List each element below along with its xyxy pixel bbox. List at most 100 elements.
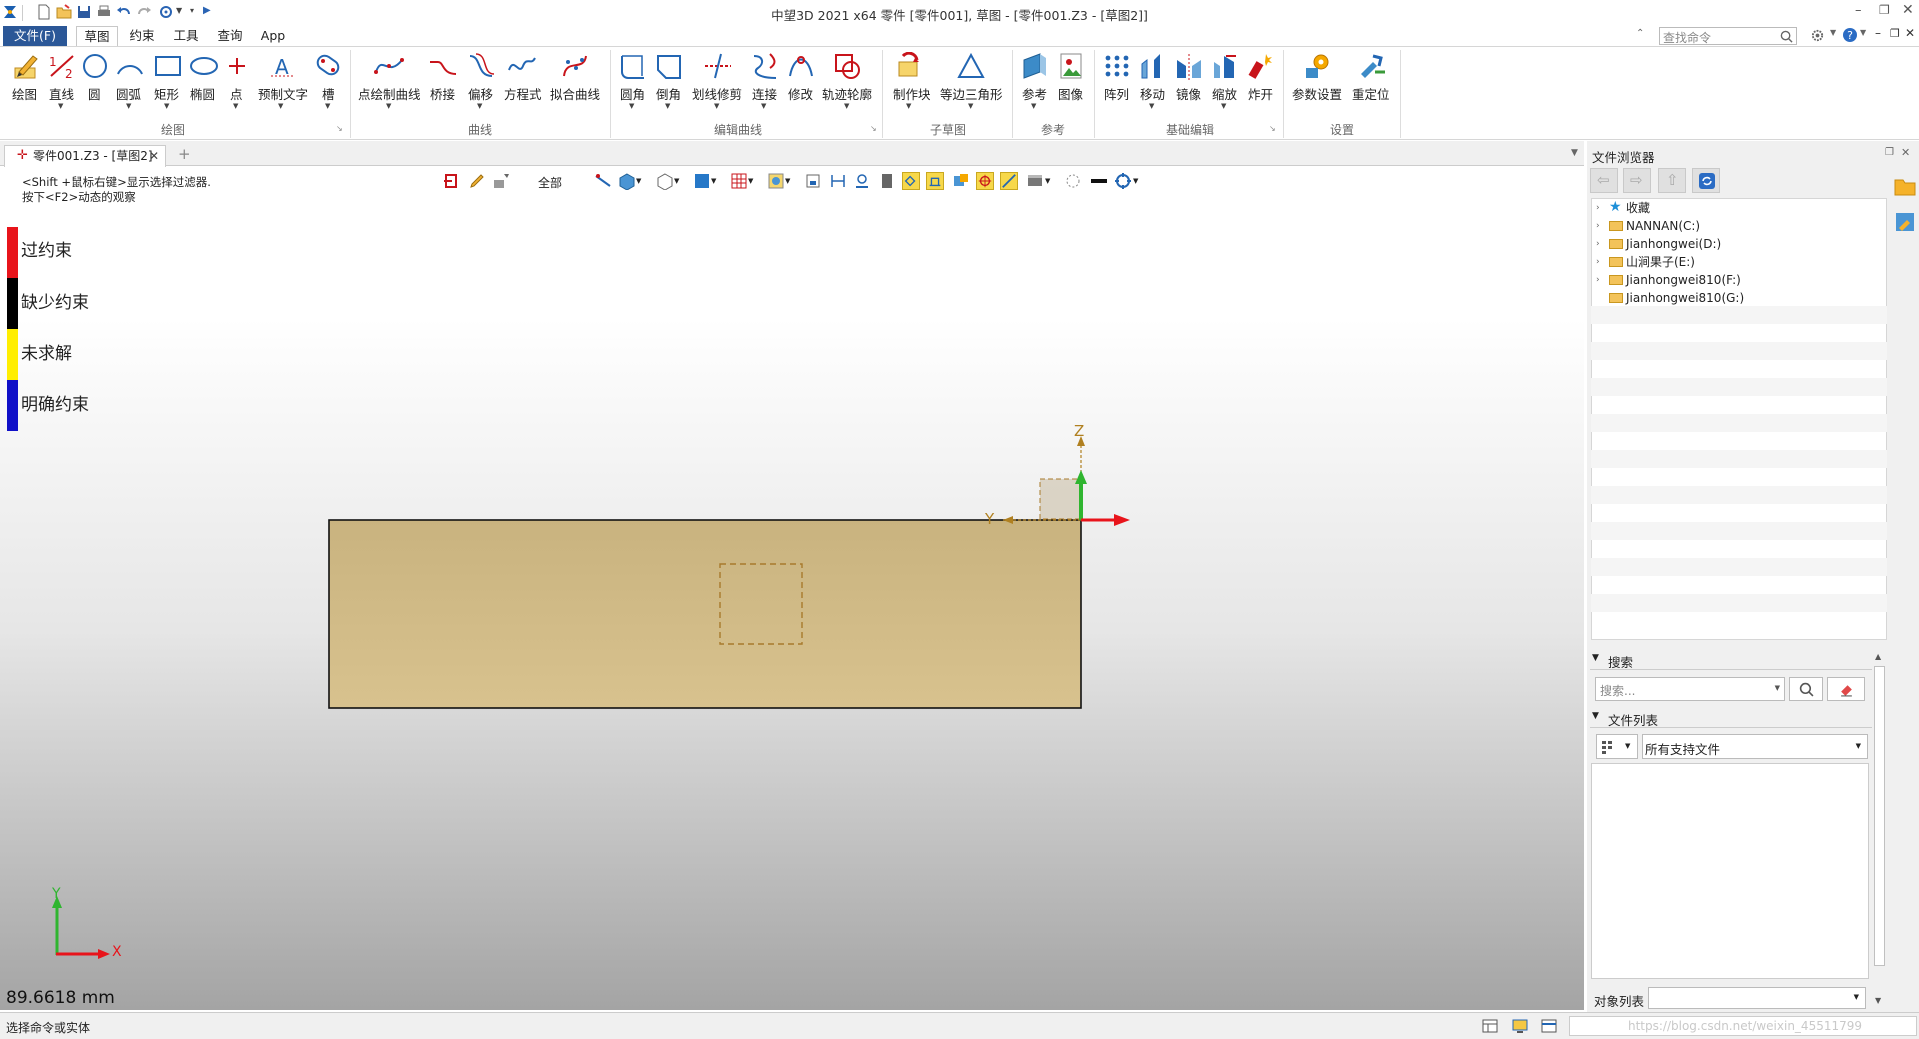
sketch-viewport[interactable]	[0, 167, 1584, 1010]
ellipse-tool-button[interactable]: 椭圆	[186, 48, 222, 110]
doc-restore-icon[interactable]: ❐	[1890, 27, 1900, 40]
search-icon[interactable]	[1780, 30, 1793, 43]
param-tool-button[interactable]: 参数设置	[1290, 48, 1346, 110]
file-list-section-header[interactable]: ▼ 文件列表	[1590, 708, 1876, 728]
rect-tool-button[interactable]: 矩形 ▼	[150, 48, 186, 110]
search-section-header[interactable]: ▼ 搜索	[1590, 650, 1876, 670]
trace-tool-button[interactable]: 轨迹轮廓 ▼	[820, 48, 876, 110]
expand-arrow-icon[interactable]: ›	[1596, 253, 1600, 271]
exit-sketch-icon[interactable]	[442, 172, 460, 190]
offset-tool-button[interactable]: 偏移 ▼	[464, 48, 498, 110]
new-tab-plus-icon[interactable]: +	[178, 145, 191, 163]
slot-tool-button[interactable]: 槽 ▼	[312, 48, 344, 110]
tab-sketch[interactable]: 草图	[76, 26, 118, 46]
modify-tool-button[interactable]: 修改	[784, 48, 818, 110]
expand-arrow-icon[interactable]: ›	[1596, 271, 1600, 289]
chevron-down-icon[interactable]: ▼	[906, 102, 911, 110]
command-input[interactable]: https://blog.csdn.net/weixin_45511799	[1569, 1016, 1917, 1036]
tree-item-drive-f[interactable]: › Jianhongwei810(F:)	[1596, 271, 1886, 289]
connect-tool-button[interactable]: 连接 ▼	[748, 48, 782, 110]
circle-tool-button[interactable]: 圆	[80, 48, 110, 110]
chevron-down-icon[interactable]: ▼	[233, 102, 238, 110]
tab-list-chevron-icon[interactable]: ▼	[1571, 148, 1578, 158]
scrollbar-thumb[interactable]	[1874, 666, 1885, 966]
chevron-down-icon[interactable]: ▼	[665, 102, 670, 110]
view-mode-button[interactable]: ▼	[1596, 734, 1638, 759]
collapse-ribbon-icon[interactable]: ⌃	[1636, 28, 1644, 39]
tab-constraint[interactable]: 约束	[122, 26, 162, 46]
triangle-tool-button[interactable]: 等边三角形 ▼	[936, 48, 1006, 110]
display-square-icon[interactable]	[693, 172, 711, 190]
line-weight-icon[interactable]	[1090, 172, 1108, 190]
chevron-down-icon[interactable]: ▼	[785, 177, 790, 185]
chevron-down-icon[interactable]: ▼	[278, 102, 283, 110]
panel-toggle-icon[interactable]	[1541, 1018, 1557, 1034]
dimension-icon[interactable]	[829, 172, 847, 190]
close-icon[interactable]: ✕	[1902, 2, 1914, 18]
render-mode-icon[interactable]	[767, 172, 785, 190]
sketch-tool-button[interactable]: 绘图	[8, 48, 44, 110]
chevron-down-icon[interactable]: ▼	[386, 102, 391, 110]
chevron-down-icon[interactable]: ▼	[1031, 102, 1036, 110]
ref-tool-button[interactable]: 参考 ▼	[1018, 48, 1052, 110]
chevron-down-icon[interactable]: ▼	[1045, 177, 1050, 185]
back-button[interactable]: ⇦	[1590, 168, 1618, 193]
equation-tool-button[interactable]: 方程式	[502, 48, 542, 110]
select-filter-icon[interactable]	[594, 172, 612, 190]
chevron-down-icon[interactable]: ▼	[748, 177, 753, 185]
panel-scrollbar[interactable]: ▲ ▼	[1872, 650, 1887, 1010]
expand-arrow-icon[interactable]: ›	[1596, 217, 1600, 235]
chevron-down-icon[interactable]: ▼	[714, 102, 719, 110]
sketch-layer-icon[interactable]	[952, 172, 970, 190]
chevron-down-icon[interactable]: ▼	[629, 102, 634, 110]
chevron-down-icon[interactable]: ▼	[325, 102, 330, 110]
dotted-circle-icon[interactable]	[1064, 172, 1082, 190]
chevron-down-icon[interactable]: ▼	[1830, 28, 1836, 37]
file-search-input[interactable]: 搜索... ▼	[1595, 677, 1785, 701]
move-tool-button[interactable]: 移动 ▼	[1136, 48, 1170, 110]
pointcurve-tool-button[interactable]: 点绘制曲线 ▼	[356, 48, 422, 110]
block-tool-button[interactable]: 制作块 ▼	[888, 48, 932, 110]
array-tool-button[interactable]: 阵列	[1100, 48, 1134, 110]
object-list-select[interactable]: ▼	[1648, 987, 1866, 1009]
chevron-down-icon[interactable]: ▼	[477, 102, 482, 110]
constraint-display-icon[interactable]	[902, 172, 920, 190]
relocate-tool-button[interactable]: 重定位	[1350, 48, 1394, 110]
view-orient-icon[interactable]	[1114, 172, 1132, 190]
chevron-down-icon[interactable]: ▼	[1221, 102, 1226, 110]
pretext-tool-button[interactable]: A 预制文字 ▼	[256, 48, 308, 110]
snap-target-icon[interactable]	[976, 172, 994, 190]
chevron-down-icon[interactable]: ▼	[674, 177, 679, 185]
tab-tools[interactable]: 工具	[166, 26, 206, 46]
panel-restore-icon[interactable]: ❐	[1885, 147, 1894, 158]
point-tool-button[interactable]: 点 ▼	[224, 48, 250, 110]
file-menu[interactable]: 文件(F)	[3, 26, 67, 46]
chevron-down-icon[interactable]: ▼	[1149, 102, 1154, 110]
tree-item-favorites[interactable]: › ★ 收藏	[1596, 199, 1886, 217]
clear-search-button[interactable]	[1827, 677, 1865, 701]
chevron-down-icon[interactable]: ▼	[968, 102, 973, 110]
folder-browser-icon[interactable]	[1894, 175, 1916, 197]
tree-item-drive-g[interactable]: Jianhongwei810(G:)	[1596, 289, 1886, 307]
close-tab-icon[interactable]: ✕	[149, 146, 159, 166]
forward-button[interactable]: ⇨	[1623, 168, 1651, 193]
pencil-edit-icon[interactable]	[468, 172, 486, 190]
tree-item-drive-c[interactable]: › NANNAN(C:)	[1596, 217, 1886, 235]
group-launcher-icon[interactable]: ↘	[1269, 124, 1276, 133]
tree-item-drive-e[interactable]: › 山涧果子(E:)	[1596, 253, 1886, 271]
line-tool-button[interactable]: 12 直线 ▼	[44, 48, 80, 110]
wireframe-cube-icon[interactable]	[656, 172, 674, 190]
filter-block-icon[interactable]	[492, 172, 510, 190]
options-gear-icon[interactable]	[1810, 28, 1825, 43]
command-search-box[interactable]: 查找命令	[1659, 27, 1797, 45]
chevron-down-icon[interactable]: ▼	[761, 102, 766, 110]
tools-palette-icon[interactable]	[1894, 211, 1916, 233]
layout-icon[interactable]	[1482, 1018, 1498, 1034]
group-launcher-icon[interactable]: ↘	[870, 124, 877, 133]
doc-close-icon[interactable]: ✕	[1905, 26, 1915, 40]
snap-line-icon[interactable]	[1000, 172, 1018, 190]
tree-item-drive-d[interactable]: › Jianhongwei(D:)	[1596, 235, 1886, 253]
explode-tool-button[interactable]: 炸开	[1244, 48, 1278, 110]
tab-query[interactable]: 查询	[210, 26, 250, 46]
shaded-cube-icon[interactable]	[618, 172, 636, 190]
